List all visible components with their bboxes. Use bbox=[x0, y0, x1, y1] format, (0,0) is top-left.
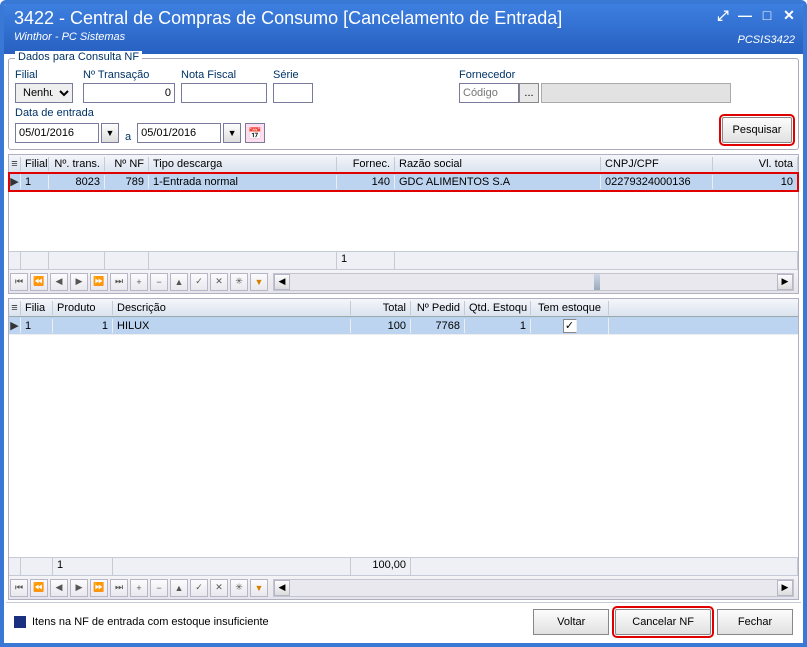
close-icon[interactable]: ✕ bbox=[781, 8, 797, 22]
footer2-total: 100,00 bbox=[351, 558, 411, 575]
col-tipodescarga[interactable]: Tipo descarga bbox=[149, 157, 337, 171]
col2-tem[interactable]: Tem estoque bbox=[531, 301, 609, 315]
data-entrada-label: Data de entrada bbox=[15, 107, 94, 119]
nav-delete[interactable]: − bbox=[150, 579, 168, 597]
data-inicio-dropdown[interactable]: ▼ bbox=[101, 123, 119, 143]
nav-post[interactable]: ✓ bbox=[190, 273, 208, 291]
ntrans-label: Nº Transação bbox=[83, 69, 175, 81]
row-indicator-icon: ▶ bbox=[9, 174, 21, 189]
nav-prev[interactable]: ◀ bbox=[50, 579, 68, 597]
nav-delete[interactable]: − bbox=[150, 273, 168, 291]
legend-text: Itens na NF de entrada com estoque insuf… bbox=[32, 616, 269, 628]
nav-post[interactable]: ✓ bbox=[190, 579, 208, 597]
nav-edit[interactable]: ▲ bbox=[170, 273, 188, 291]
titlebar: 3422 - Central de Compras de Consumo [Ca… bbox=[4, 4, 803, 54]
table-row[interactable]: ▶ 1 8023 789 1-Entrada normal 140 GDC AL… bbox=[9, 173, 798, 191]
minimize-icon[interactable]: — bbox=[737, 8, 753, 22]
footer2-count: 1 bbox=[53, 558, 113, 575]
nav-refresh[interactable]: ✳ bbox=[230, 579, 248, 597]
col-filial[interactable]: Filial bbox=[21, 157, 49, 171]
col2-pedido[interactable]: Nº Pedid bbox=[411, 301, 465, 315]
grid2-hscroll[interactable]: ◀ ▶ bbox=[273, 579, 794, 597]
data-fim-input[interactable] bbox=[137, 123, 221, 143]
scroll-left-icon[interactable]: ◀ bbox=[274, 580, 290, 596]
col2-total[interactable]: Total bbox=[351, 301, 411, 315]
col2-qtd[interactable]: Qtd. Estoqu bbox=[465, 301, 531, 315]
data-inicio-input[interactable] bbox=[15, 123, 99, 143]
scroll-right-icon[interactable]: ▶ bbox=[777, 580, 793, 596]
restore-icon[interactable]: ⤢ bbox=[715, 8, 731, 22]
fornecedor-lookup-button[interactable]: ... bbox=[519, 83, 539, 103]
fornecedor-label: Fornecedor bbox=[459, 69, 731, 81]
nav-prev[interactable]: ◀ bbox=[50, 273, 68, 291]
a-label: a bbox=[125, 131, 131, 143]
nav-next[interactable]: ▶ bbox=[70, 579, 88, 597]
nav-nextpage[interactable]: ⏩ bbox=[90, 273, 108, 291]
nav-filter-icon[interactable]: ▼ bbox=[250, 579, 268, 597]
fornecedor-input[interactable] bbox=[459, 83, 519, 103]
nav-add[interactable]: + bbox=[130, 273, 148, 291]
legend-color-icon bbox=[14, 616, 26, 628]
col-vltotal[interactable]: Vl. tota bbox=[713, 157, 798, 171]
scroll-thumb[interactable] bbox=[594, 274, 600, 290]
nf-input[interactable] bbox=[181, 83, 267, 103]
row-indicator-icon: ▶ bbox=[9, 318, 21, 333]
grid1-navbar: ⏮ ⏪ ◀ ▶ ⏩ ⏭ + − ▲ ✓ ✕ ✳ ▼ ◀ ▶ bbox=[9, 269, 798, 293]
col2-desc[interactable]: Descrição bbox=[113, 301, 351, 315]
footer-count: 1 bbox=[337, 252, 395, 269]
filial-select[interactable]: Nenhum bbox=[15, 83, 73, 103]
window-code: PCSIS3422 bbox=[738, 34, 795, 46]
nav-refresh[interactable]: ✳ bbox=[230, 273, 248, 291]
col-ntrans[interactable]: Nº. trans. bbox=[49, 157, 105, 171]
nav-cancel[interactable]: ✕ bbox=[210, 579, 228, 597]
maximize-icon[interactable]: □ bbox=[759, 8, 775, 22]
col-fornec[interactable]: Fornec. bbox=[337, 157, 395, 171]
voltar-button[interactable]: Voltar bbox=[533, 609, 609, 635]
scroll-right-icon[interactable]: ▶ bbox=[777, 274, 793, 290]
nav-add[interactable]: + bbox=[130, 579, 148, 597]
nf-label: Nota Fiscal bbox=[181, 69, 267, 81]
nav-edit[interactable]: ▲ bbox=[170, 579, 188, 597]
col-nnf[interactable]: Nº NF bbox=[105, 157, 149, 171]
nav-next[interactable]: ▶ bbox=[70, 273, 88, 291]
window: 3422 - Central de Compras de Consumo [Ca… bbox=[0, 0, 807, 647]
grid2-navbar: ⏮ ⏪ ◀ ▶ ⏩ ⏭ + − ▲ ✓ ✕ ✳ ▼ ◀ ▶ bbox=[9, 575, 798, 599]
serie-input[interactable] bbox=[273, 83, 313, 103]
search-group: Dados para Consulta NF Filial Nenhum Nº … bbox=[8, 58, 799, 150]
nav-last[interactable]: ⏭ bbox=[110, 273, 128, 291]
tem-estoque-checkbox[interactable]: ✓ bbox=[563, 319, 577, 333]
window-subtitle: Winthor - PC Sistemas bbox=[14, 31, 793, 43]
cancelar-nf-button[interactable]: Cancelar NF bbox=[615, 609, 711, 635]
nav-filter-icon[interactable]: ▼ bbox=[250, 273, 268, 291]
fornecedor-name-display bbox=[541, 83, 731, 103]
nav-cancel[interactable]: ✕ bbox=[210, 273, 228, 291]
col2-produto[interactable]: Produto bbox=[53, 301, 113, 315]
pesquisar-button[interactable]: Pesquisar bbox=[722, 117, 792, 143]
scroll-left-icon[interactable]: ◀ bbox=[274, 274, 290, 290]
col-razao[interactable]: Razão social bbox=[395, 157, 601, 171]
grid1-hscroll[interactable]: ◀ ▶ bbox=[273, 273, 794, 291]
nf-grid: ≡ Filial Nº. trans. Nº NF Tipo descarga … bbox=[8, 154, 799, 294]
item-grid: ≡ Filia Produto Descrição Total Nº Pedid… bbox=[8, 298, 799, 600]
table-row[interactable]: ▶ 1 1 HILUX 100 7768 1 ✓ bbox=[9, 317, 798, 335]
nav-prevpage[interactable]: ⏪ bbox=[30, 579, 48, 597]
window-title: 3422 - Central de Compras de Consumo [Ca… bbox=[14, 8, 793, 29]
filial-label: Filial bbox=[15, 69, 77, 81]
nav-first[interactable]: ⏮ bbox=[10, 273, 28, 291]
nav-last[interactable]: ⏭ bbox=[110, 579, 128, 597]
nav-first[interactable]: ⏮ bbox=[10, 579, 28, 597]
serie-label: Série bbox=[273, 69, 313, 81]
data-fim-dropdown[interactable]: ▼ bbox=[223, 123, 241, 143]
nav-nextpage[interactable]: ⏩ bbox=[90, 579, 108, 597]
group-title: Dados para Consulta NF bbox=[15, 51, 142, 63]
ntrans-input[interactable] bbox=[83, 83, 175, 103]
nav-prevpage[interactable]: ⏪ bbox=[30, 273, 48, 291]
calendar-button[interactable]: 📅 bbox=[245, 123, 265, 143]
bottom-bar: Itens na NF de entrada com estoque insuf… bbox=[6, 602, 801, 641]
col-cnpj[interactable]: CNPJ/CPF bbox=[601, 157, 713, 171]
col2-filial[interactable]: Filia bbox=[21, 301, 53, 315]
fechar-button[interactable]: Fechar bbox=[717, 609, 793, 635]
